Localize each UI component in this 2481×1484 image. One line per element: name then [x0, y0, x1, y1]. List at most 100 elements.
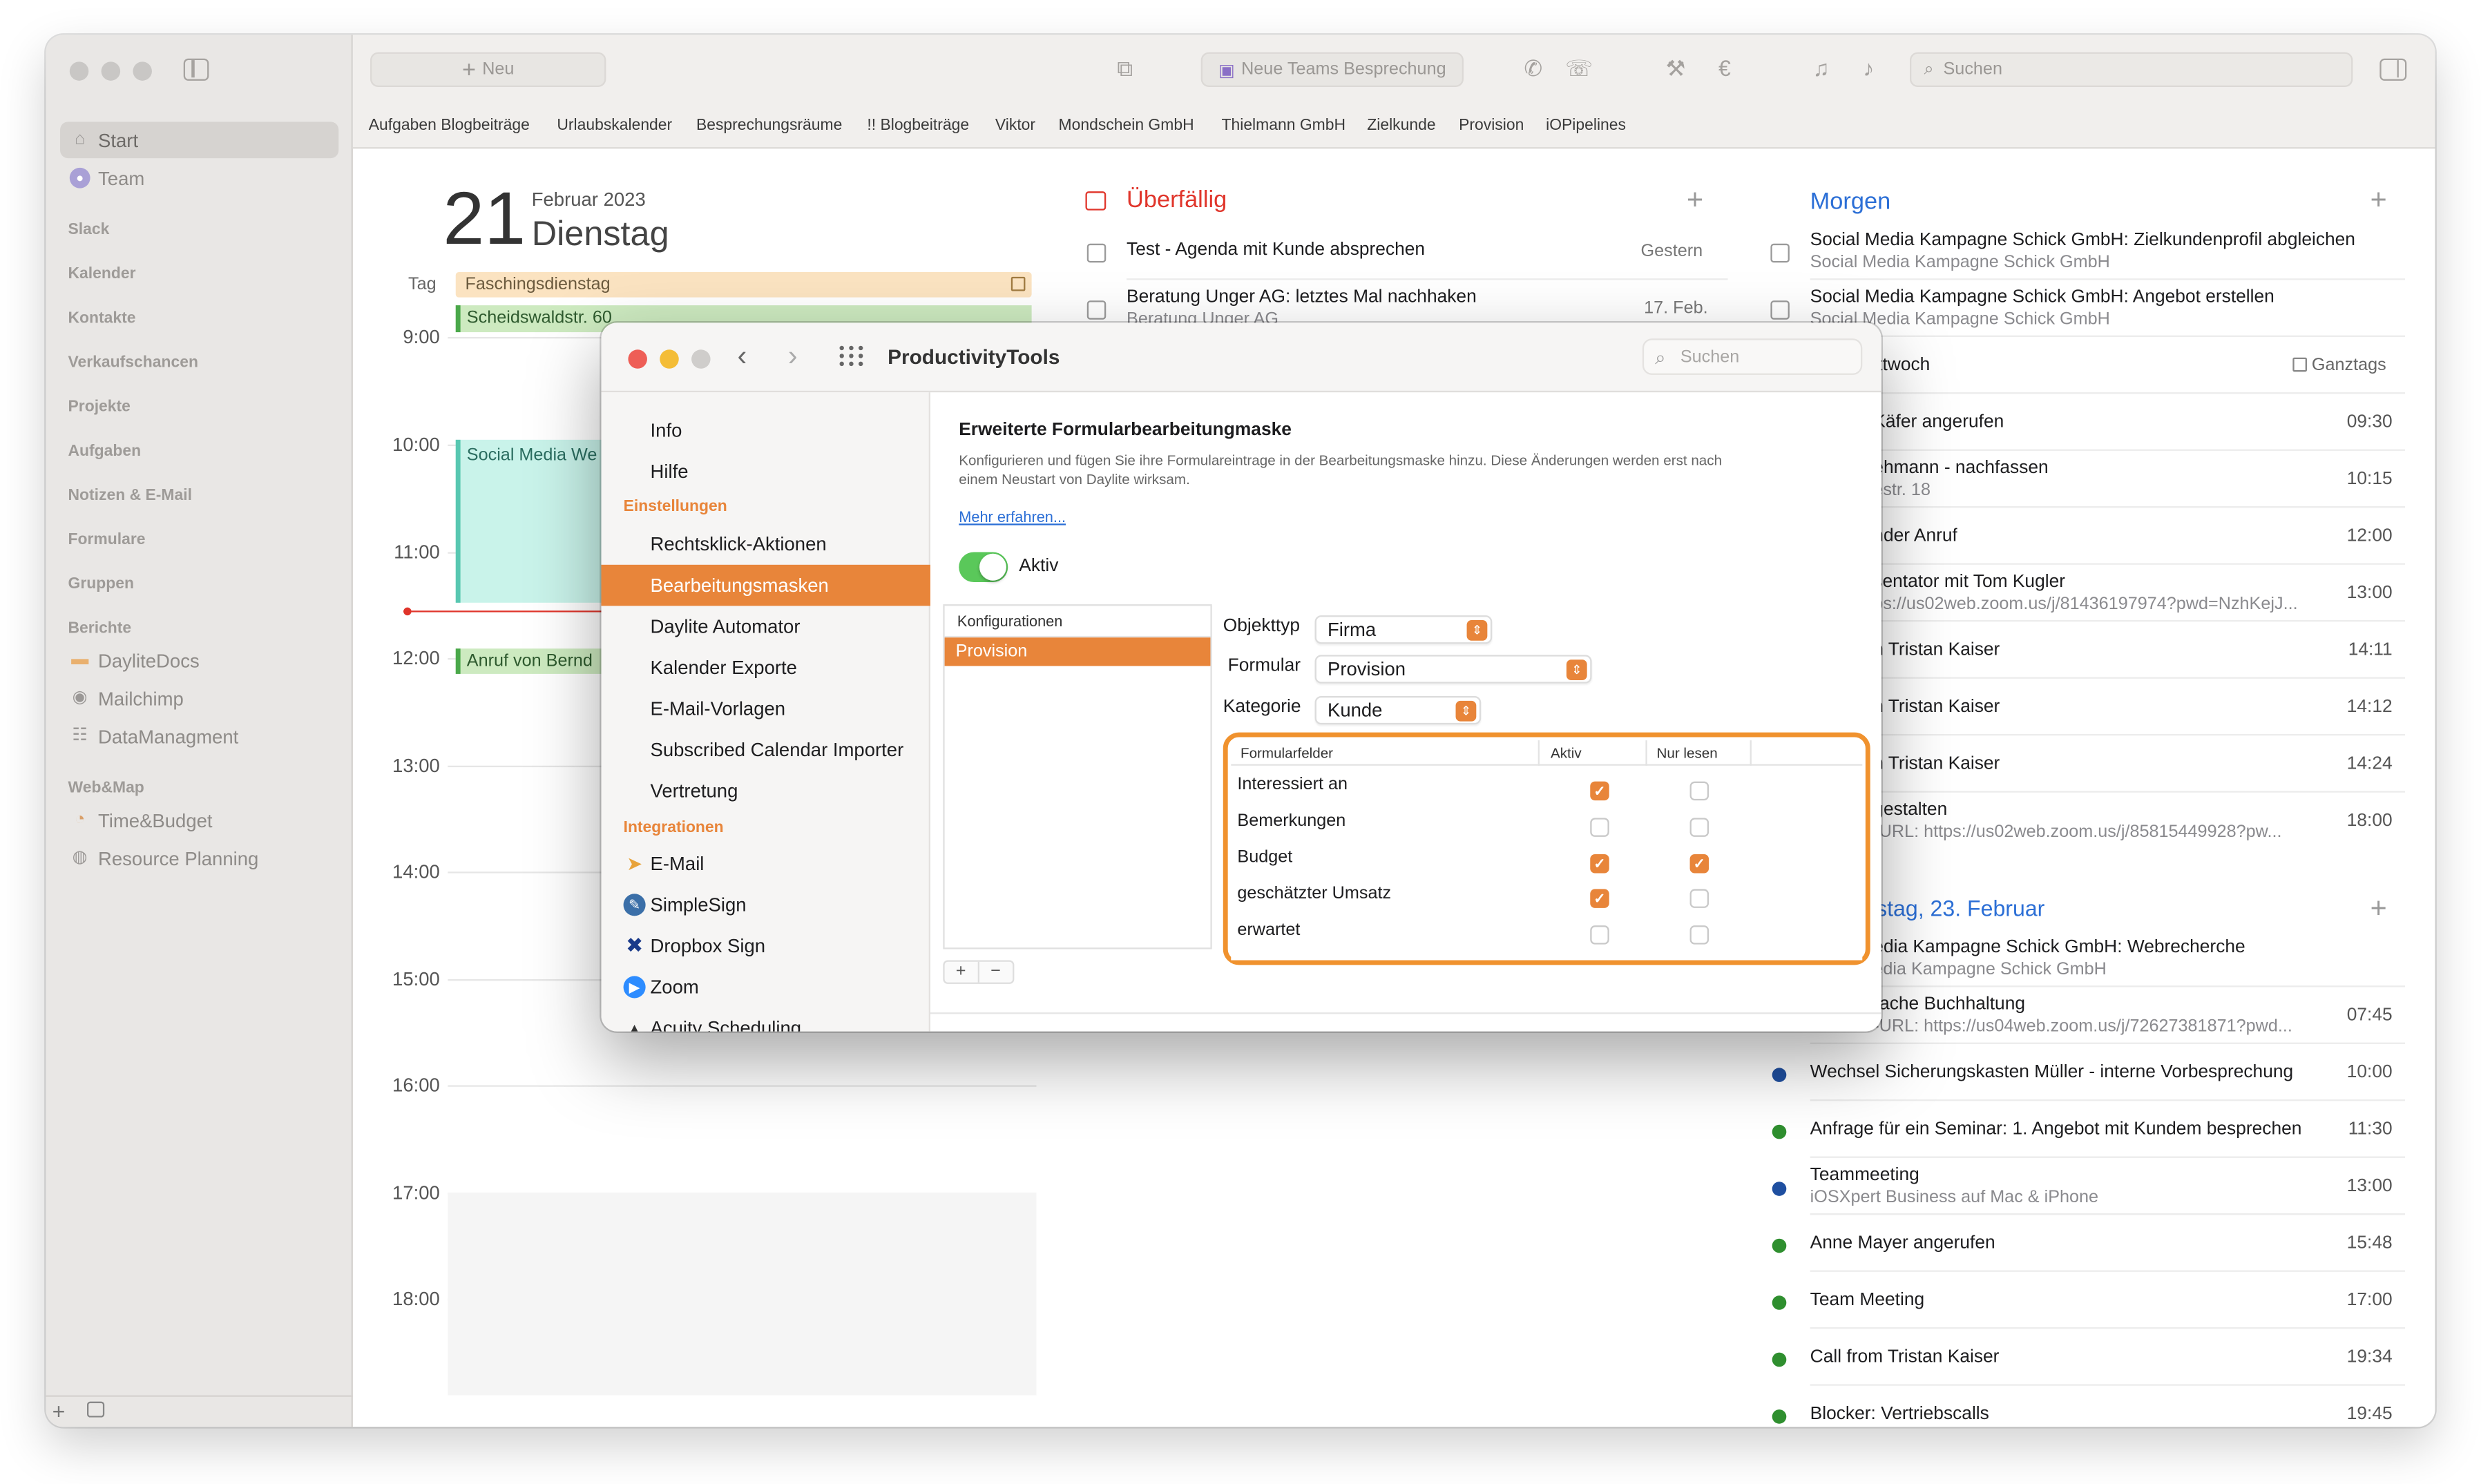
alert-bell-icon[interactable]: ♫ — [1805, 55, 1837, 81]
dialog-zoom-button[interactable] — [691, 349, 711, 369]
contact-call-icon[interactable]: ☏ — [1563, 55, 1595, 82]
nav-email-vorlagen[interactable]: E-Mail-Vorlagen — [602, 688, 930, 729]
phone-icon[interactable]: ✆ — [1517, 55, 1549, 82]
event-social-media[interactable]: Social Media We — [455, 439, 614, 603]
sidebar-section-berichte[interactable]: Berichte — [68, 620, 132, 637]
nav-zoom[interactable]: ▶ Zoom — [602, 967, 930, 1008]
field-readonly-checkbox[interactable] — [1689, 889, 1709, 908]
tomorrow-event-title[interactable]: gestalten — [1873, 800, 1947, 819]
dialog-minimize-button[interactable] — [660, 349, 679, 369]
task-checkbox[interactable] — [1770, 243, 1790, 263]
overdue-task-title[interactable]: Beratung Unger AG: letztes Mal nachhaken — [1127, 288, 1477, 307]
col-aktiv[interactable]: Aktiv — [1551, 745, 1582, 761]
teams-meeting-button[interactable]: ▣ Neue Teams Besprechung — [1200, 52, 1464, 87]
sidebar-item-mailchimp[interactable]: ◉ Mailchimp — [60, 680, 338, 717]
col-nur-lesen[interactable]: Nur lesen — [1656, 745, 1717, 761]
more-info-link[interactable]: Mehr erfahren... — [959, 510, 1066, 527]
thursday-row-title[interactable]: Anfrage für ein Seminar: 1. Angebot mit … — [1810, 1120, 2302, 1139]
favorite-link[interactable]: iOPipelines — [1546, 117, 1626, 135]
ganztags-label[interactable]: Ganztags — [2312, 356, 2386, 374]
thursday-row-title[interactable]: Teammeeting — [1810, 1166, 1919, 1184]
field-active-checkbox[interactable]: ✓ — [1590, 781, 1609, 801]
nav-vertretung[interactable]: Vertretung — [602, 771, 930, 812]
favorite-link[interactable]: Mondschein GmbH — [1059, 117, 1194, 135]
nav-info[interactable]: Info — [602, 409, 930, 451]
tools-icon[interactable]: ⚒ — [1660, 55, 1692, 82]
tomorrow-event-title[interactable]: n Tristan Kaiser — [1873, 755, 2000, 773]
add-thursday-button[interactable]: + — [2370, 892, 2387, 925]
objekttyp-select[interactable]: Firma ⇕ — [1314, 615, 1493, 644]
dialog-search-field[interactable]: ⌕ Suchen — [1642, 338, 1863, 375]
tomorrow-event-title[interactable]: Käfer angerufen — [1873, 413, 2004, 432]
thursday-row-title[interactable]: Anne Mayer angerufen — [1810, 1234, 1995, 1253]
sidebar-section-kontakte[interactable]: Kontakte — [68, 310, 136, 327]
config-row-provision[interactable]: Provision — [944, 637, 1211, 666]
task-checkbox[interactable] — [1770, 300, 1790, 320]
share-icon[interactable]: ⧉ — [1109, 55, 1141, 82]
thursday-row-title[interactable]: Team Meeting — [1810, 1291, 1924, 1309]
dialog-close-button[interactable] — [628, 349, 647, 369]
tomorrow-event-title[interactable]: ehmann - nachfassen — [1873, 459, 2048, 477]
thursday-row-title[interactable]: Blocker: Vertriebscalls — [1810, 1405, 1989, 1423]
toolbar-search-field[interactable]: ⌕ Suchen — [1909, 52, 2353, 87]
favorite-link[interactable]: Besprechungsräume — [696, 117, 842, 135]
formular-select[interactable]: Provision ⇕ — [1314, 655, 1592, 684]
field-readonly-checkbox[interactable] — [1689, 925, 1709, 945]
sidebar-item-team[interactable]: ● Team — [60, 160, 338, 196]
calendar-small-icon[interactable] — [86, 1401, 105, 1418]
new-button[interactable]: + Neu — [370, 52, 606, 87]
sidebar-section-formulare[interactable]: Formulare — [68, 532, 146, 549]
sidebar-section-webmap[interactable]: Web&Map — [68, 780, 144, 797]
nav-subscribed-calendar-importer[interactable]: Subscribed Calendar Importer — [602, 729, 930, 771]
remove-config-button[interactable]: − — [979, 962, 1013, 983]
sidebar-section-gruppen[interactable]: Gruppen — [68, 576, 134, 593]
favorite-link[interactable]: Viktor — [995, 117, 1035, 135]
tomorrow-task-title[interactable]: Social Media Kampagne Schick GmbH: Zielk… — [1810, 231, 2380, 249]
field-readonly-checkbox[interactable]: ✓ — [1689, 854, 1709, 874]
favorite-link[interactable]: Zielkunde — [1367, 117, 1435, 135]
nav-kalender-exporte[interactable]: Kalender Exporte — [602, 647, 930, 688]
sidebar-item-daylitedocs[interactable]: ▬ DayliteDocs — [60, 642, 338, 679]
active-toggle[interactable] — [959, 552, 1008, 583]
tomorrow-event-title[interactable]: n Tristan Kaiser — [1873, 641, 2000, 659]
sidebar-item-resource-planning[interactable]: ◍ Resource Planning — [60, 840, 338, 876]
tomorrow-event-title[interactable]: n Tristan Kaiser — [1873, 697, 2000, 716]
nav-daylite-automator[interactable]: Daylite Automator — [602, 606, 930, 647]
nav-bearbeitungsmasken[interactable]: Bearbeitungsmasken — [601, 564, 930, 606]
nav-acuity-scheduling[interactable]: ▲ Acuity Scheduling — [602, 1008, 930, 1032]
nav-rechtsklick-aktionen[interactable]: Rechtsklick-Aktionen — [602, 523, 930, 565]
task-checkbox[interactable] — [1086, 243, 1107, 263]
grid-icon[interactable] — [839, 345, 864, 367]
tomorrow-event-title[interactable]: sentator mit Tom Kugler — [1873, 572, 2065, 591]
thursday-row-title[interactable]: edia Kampagne Schick GmbH: Webrecherche — [1873, 938, 2245, 956]
field-active-checkbox[interactable]: ✓ — [1590, 889, 1609, 908]
nav-dropbox-sign[interactable]: ✖ Dropbox Sign — [602, 925, 930, 967]
back-icon[interactable]: ‹ — [738, 340, 747, 374]
tomorrow-task-title[interactable]: Social Media Kampagne Schick GmbH: Angeb… — [1810, 288, 2380, 307]
overdue-task-title[interactable]: Test - Agenda mit Kunde absprechen — [1127, 240, 1425, 259]
field-readonly-checkbox[interactable] — [1689, 781, 1709, 801]
sidebar-item-start[interactable]: ⌂ Start — [60, 122, 339, 159]
add-overdue-button[interactable]: + — [1687, 184, 1703, 217]
thursday-row-title[interactable]: Wechsel Sicherungskasten Müller - intern… — [1810, 1063, 2293, 1081]
task-checkbox[interactable] — [1086, 300, 1107, 320]
thursday-row-title[interactable]: Call from Tristan Kaiser — [1810, 1348, 2000, 1367]
close-window-button[interactable] — [69, 61, 89, 81]
sidebar-item-datamanagment[interactable]: ☷ DataManagment — [60, 718, 338, 755]
sidebar-section-aufgaben[interactable]: Aufgaben — [68, 443, 142, 460]
minimize-window-button[interactable] — [101, 61, 121, 81]
event-anruf[interactable]: Anruf von Bernd — [455, 648, 614, 674]
sidebar-section-notizen[interactable]: Notizen & E-Mail — [68, 488, 192, 505]
col-formularfelder[interactable]: Formularfelder — [1240, 745, 1333, 761]
field-active-checkbox[interactable] — [1590, 925, 1609, 945]
sidebar-section-projekte[interactable]: Projekte — [68, 398, 131, 416]
add-icon[interactable]: + — [52, 1398, 66, 1424]
add-config-button[interactable]: + — [945, 961, 979, 983]
nav-hilfe[interactable]: Hilfe — [602, 451, 930, 492]
sidebar-section-kalender[interactable]: Kalender — [68, 266, 136, 283]
field-readonly-checkbox[interactable] — [1689, 818, 1709, 837]
favorite-link[interactable]: Aufgaben Blogbeiträge — [369, 117, 530, 135]
thursday-row-title[interactable]: rache Buchhaltung — [1873, 995, 2025, 1014]
favorite-link[interactable]: Provision — [1459, 117, 1524, 135]
nav-email[interactable]: ➤ E-Mail — [602, 843, 930, 885]
